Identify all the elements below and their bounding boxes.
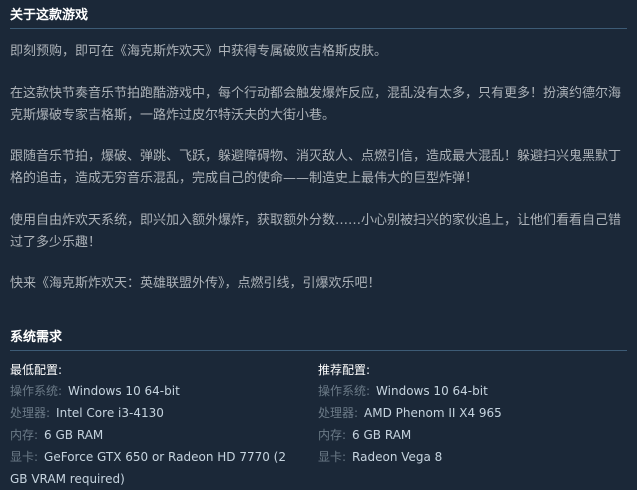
rec-ram-value: 6 GB RAM bbox=[352, 428, 412, 442]
rec-gpu-value: Radeon Vega 8 bbox=[352, 450, 443, 464]
rec-gpu-label: 显卡: bbox=[318, 450, 347, 464]
about-paragraph-cta: 快来《海克斯炸欢天：英雄联盟外传》，点燃引线，引爆欢乐吧！ bbox=[10, 276, 381, 291]
rec-cpu-label: 处理器: bbox=[318, 406, 359, 420]
rec-ram-label: 内存: bbox=[318, 428, 347, 442]
rec-cpu-row: 处理器: AMD Phenom II X4 965 bbox=[318, 402, 618, 424]
recommended-requirements-title: 推荐配置: bbox=[318, 363, 371, 377]
recommended-requirements: 推荐配置: 操作系统: Windows 10 64-bit 处理器: AMD Phe… bbox=[318, 360, 618, 468]
rec-gpu-row: 显卡: Radeon Vega 8 bbox=[318, 446, 618, 468]
min-os-row: 操作系统: Windows 10 64-bit bbox=[10, 380, 300, 402]
min-gpu-label: 显卡: bbox=[10, 450, 39, 464]
min-ram-value: 6 GB RAM bbox=[44, 428, 104, 442]
system-requirements-header: 系统需求 bbox=[10, 328, 627, 351]
rec-cpu-value: AMD Phenom II X4 965 bbox=[364, 406, 502, 420]
rec-os-row: 操作系统: Windows 10 64-bit bbox=[318, 380, 618, 402]
min-cpu-row: 处理器: Intel Core i3-4130 bbox=[10, 402, 300, 424]
rec-os-value: Windows 10 64-bit bbox=[376, 384, 488, 398]
min-gpu-row: 显卡: GeForce GTX 650 or Radeon HD 7770 (2 … bbox=[10, 446, 300, 490]
min-gpu-value: GeForce GTX 650 or Radeon HD 7770 (2 GB … bbox=[10, 450, 286, 486]
minimum-requirements: 最低配置: 操作系统: Windows 10 64-bit 处理器: Intel C… bbox=[10, 360, 300, 490]
about-paragraph-freestyle: 使用自由炸欢天系统，即兴加入额外爆炸，获取额外分数……小心别被扫兴的家伙追上，让… bbox=[10, 213, 622, 250]
about-section-header: 关于这款游戏 bbox=[10, 6, 627, 29]
min-cpu-value: Intel Core i3-4130 bbox=[56, 406, 164, 420]
min-os-value: Windows 10 64-bit bbox=[68, 384, 180, 398]
minimum-requirements-title: 最低配置: bbox=[10, 363, 63, 377]
min-ram-row: 内存: 6 GB RAM bbox=[10, 424, 300, 446]
min-ram-label: 内存: bbox=[10, 428, 39, 442]
about-paragraph-gameplay: 在这款快节奏音乐节拍跑酷游戏中，每个行动都会触发爆炸反应，混乱没有太多，只有更多… bbox=[10, 86, 622, 123]
min-cpu-label: 处理器: bbox=[10, 406, 51, 420]
rec-ram-row: 内存: 6 GB RAM bbox=[318, 424, 618, 446]
rec-os-label: 操作系统: bbox=[318, 384, 371, 398]
min-os-label: 操作系统: bbox=[10, 384, 63, 398]
about-paragraph-rhythm: 跟随音乐节拍，爆破、弹跳、飞跃，躲避障碍物、消灭敌人、点燃引信，造成最大混乱！躲… bbox=[10, 149, 622, 186]
about-paragraph-preorder: 即刻预购，即可在《海克斯炸欢天》中获得专属破败吉格斯皮肤。 bbox=[10, 44, 388, 59]
